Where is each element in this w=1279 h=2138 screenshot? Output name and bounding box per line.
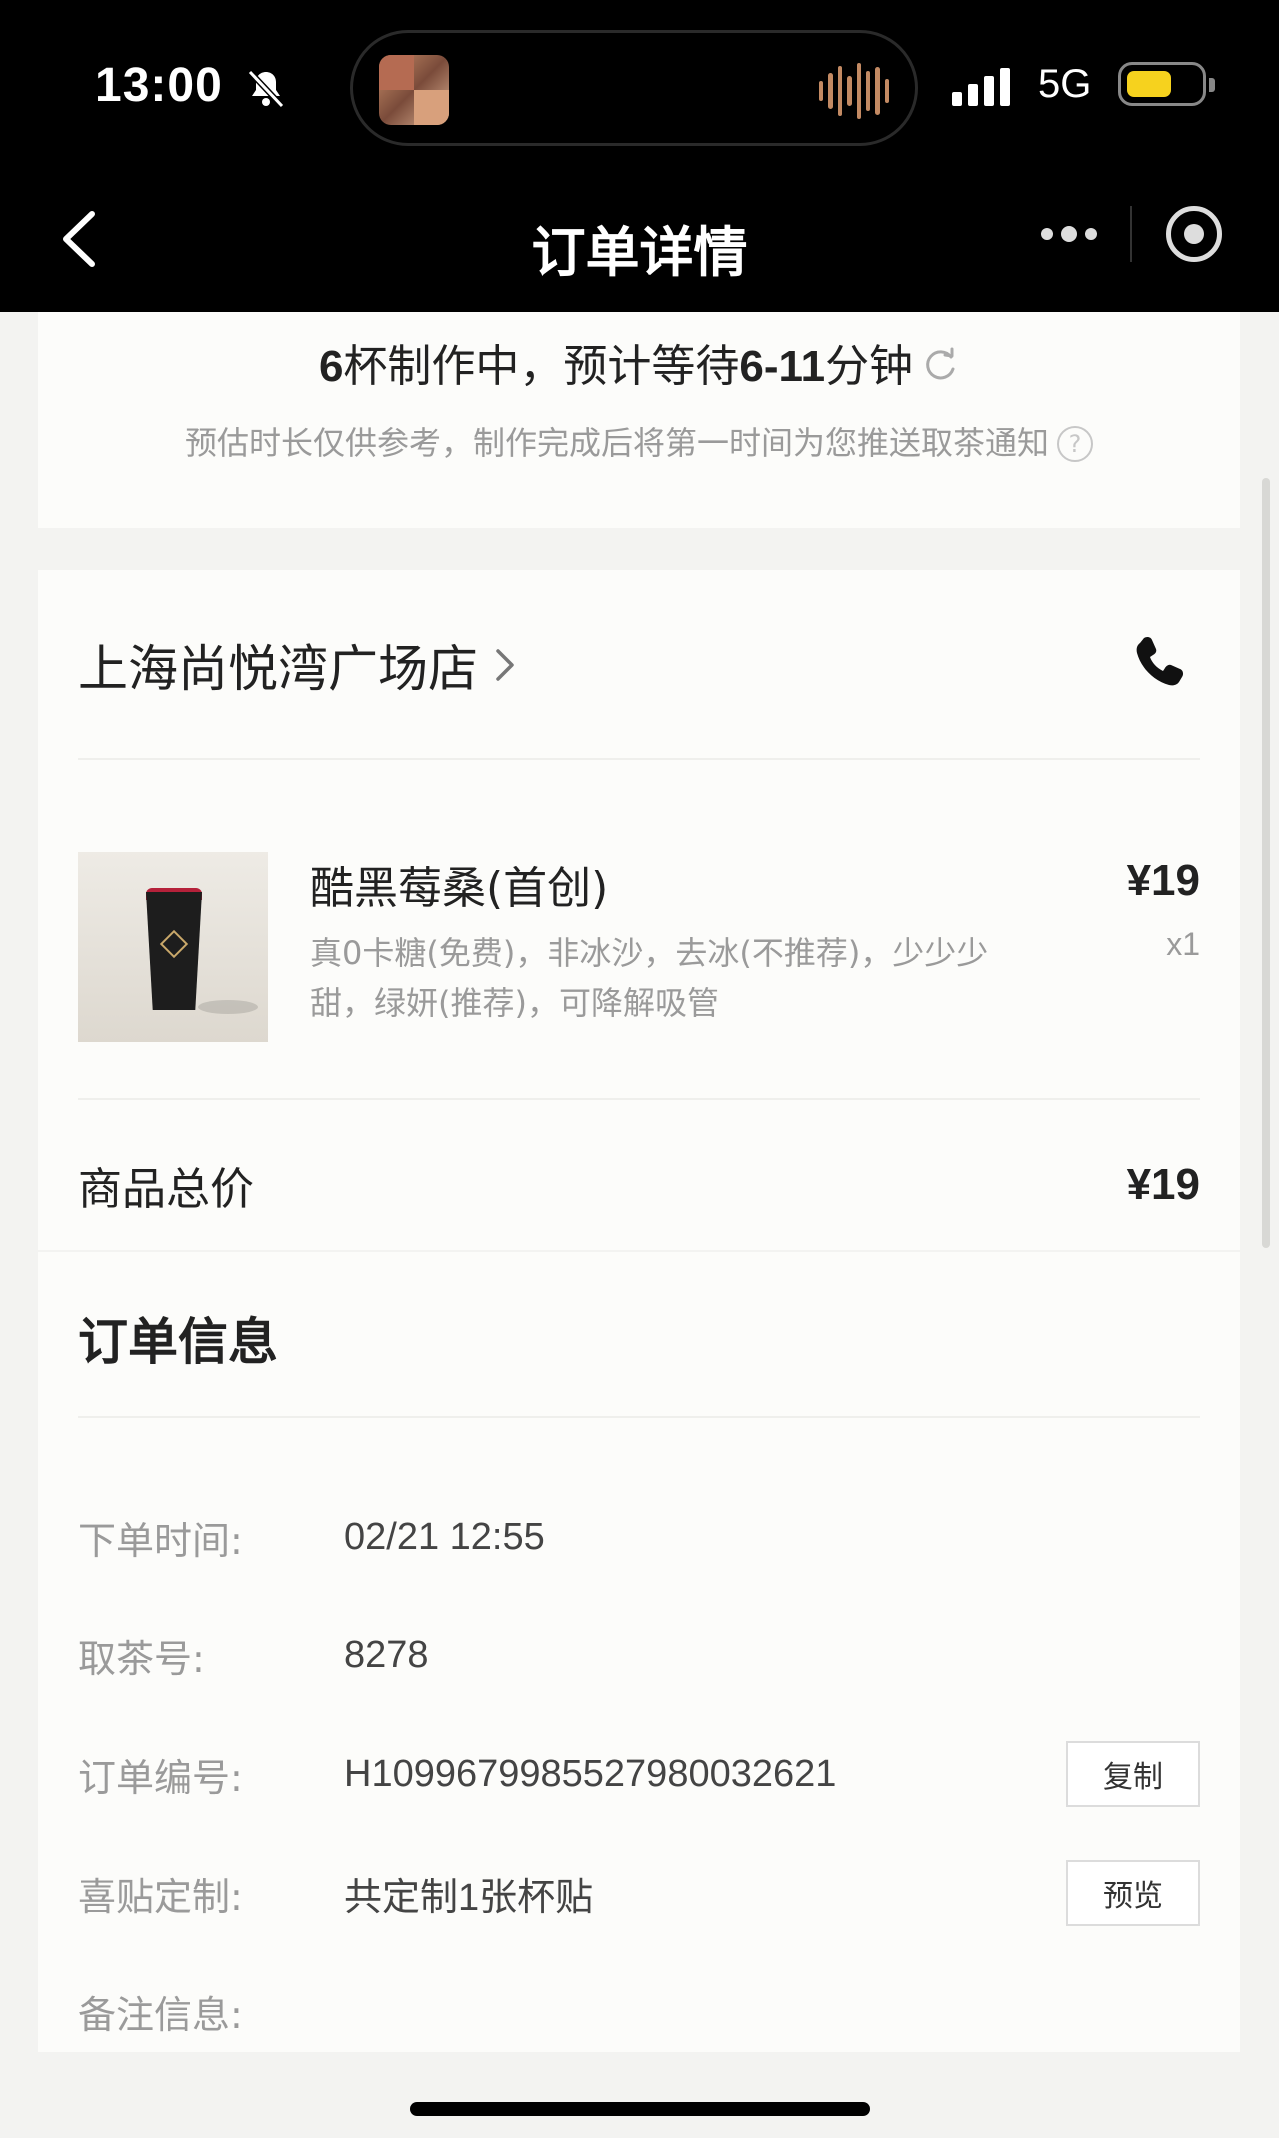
- info-row-remarks: 备注信息:: [78, 1976, 1200, 2046]
- progress-text: 6杯制作中，预计等待6-11分钟: [38, 330, 1240, 394]
- network-type: 5G: [1038, 62, 1092, 106]
- product-image[interactable]: [78, 852, 268, 1042]
- cup-sticker-value: 共定制1张杯贴: [344, 1876, 594, 1919]
- help-icon[interactable]: ?: [1057, 426, 1093, 462]
- close-mini-program-button[interactable]: [1166, 206, 1222, 262]
- product-options: 真0卡糖(免费)，非冰沙，去冰(不推荐)，少少少甜，绿妍(推荐)，可降解吸管: [310, 934, 989, 1022]
- phone-icon[interactable]: [1130, 632, 1190, 692]
- divider: [78, 1098, 1200, 1100]
- info-label: 取茶号:: [78, 1636, 205, 1681]
- product-quantity: x1: [1166, 926, 1200, 962]
- product-price: ¥19: [1126, 856, 1200, 905]
- section-title: 订单信息: [78, 1313, 278, 1371]
- order-time-value: 02/21 12:55: [344, 1515, 545, 1558]
- store-name: 上海尚悦湾广场店: [78, 640, 478, 698]
- status-bar: 13:00 5G: [0, 0, 1279, 160]
- album-art-thumbnail: [379, 55, 449, 125]
- mini-program-capsule: [1000, 194, 1248, 274]
- info-row-order-number: 订单编号: H1099679985527980032621 复制: [78, 1739, 1200, 1809]
- info-row-pickup-number: 取茶号: 8278: [78, 1620, 1200, 1690]
- refresh-icon[interactable]: [921, 347, 959, 385]
- divider: [78, 1416, 1200, 1418]
- order-number-value: H1099679985527980032621: [344, 1752, 837, 1795]
- bell-off-icon: [247, 69, 285, 109]
- status-time: 13:00: [95, 59, 223, 112]
- dynamic-island[interactable]: [350, 30, 918, 146]
- wait-hint: 预估时长仅供参考，制作完成后将第一时间为您推送取茶通知?: [38, 418, 1240, 464]
- capsule-divider: [1130, 206, 1132, 262]
- pickup-number-value: 8278: [344, 1633, 429, 1676]
- more-button[interactable]: [1034, 214, 1104, 254]
- progress-card: 6杯制作中，预计等待6-11分钟 预估时长仅供参考，制作完成后将第一时间为您推送…: [38, 312, 1240, 528]
- chevron-right-icon: [496, 649, 514, 681]
- info-label: 下单时间:: [78, 1518, 243, 1563]
- home-indicator[interactable]: [410, 2102, 870, 2116]
- divider: [78, 758, 1200, 760]
- info-row-cup-sticker: 喜贴定制: 共定制1张杯贴 预览: [78, 1858, 1200, 1928]
- order-info-card: 订单信息 下单时间: 02/21 12:55 取茶号: 8278 订单编号: H…: [38, 1252, 1240, 2052]
- total-value: ¥19: [1126, 1160, 1200, 1209]
- info-row-order-time: 下单时间: 02/21 12:55: [78, 1502, 1200, 1572]
- total-label: 商品总价: [78, 1164, 254, 1215]
- order-card: 上海尚悦湾广场店 酷黑莓桑(首创) 真0卡糖(免费)，非冰沙，去冰(不推荐)，少…: [38, 570, 1240, 1250]
- info-label: 订单编号:: [78, 1755, 243, 1800]
- total-row: 商品总价 ¥19: [78, 1150, 1200, 1220]
- audio-waveform-icon: [819, 61, 889, 121]
- preview-button[interactable]: 预览: [1066, 1860, 1200, 1926]
- scrollbar[interactable]: [1262, 478, 1270, 1248]
- nav-bar: 订单详情: [0, 160, 1279, 312]
- store-link[interactable]: 上海尚悦湾广场店: [78, 630, 518, 700]
- info-label: 备注信息:: [78, 1992, 243, 2037]
- copy-button[interactable]: 复制: [1066, 1741, 1200, 1807]
- battery-icon: [1118, 62, 1215, 106]
- product-name: 酷黑莓桑(首创): [310, 863, 609, 914]
- info-label: 喜贴定制:: [78, 1874, 243, 1919]
- cellular-signal-icon: [952, 66, 1010, 106]
